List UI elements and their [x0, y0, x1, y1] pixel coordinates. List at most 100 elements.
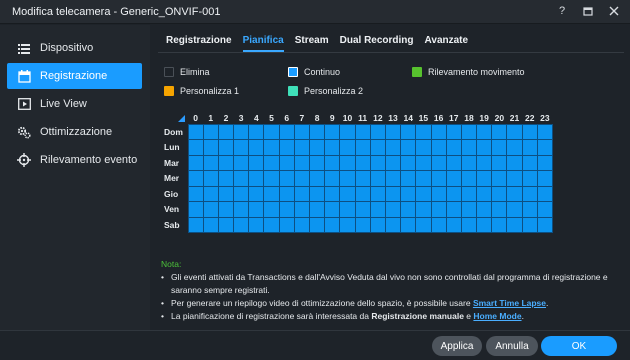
- apply-button[interactable]: Applica: [432, 336, 482, 356]
- schedule-cell[interactable]: [460, 185, 478, 202]
- schedule-cell[interactable]: [248, 201, 265, 218]
- home-mode-link[interactable]: Home Mode: [473, 311, 521, 321]
- schedule-cell[interactable]: [248, 185, 265, 202]
- hour-label[interactable]: 8: [310, 112, 325, 124]
- schedule-cell[interactable]: [248, 170, 265, 187]
- day-label[interactable]: Lun: [161, 140, 188, 156]
- schedule-cell[interactable]: [248, 216, 265, 233]
- schedule-cell[interactable]: [536, 201, 554, 218]
- hour-label[interactable]: 16: [431, 112, 446, 124]
- schedule-cell[interactable]: [476, 185, 493, 202]
- hour-label[interactable]: 15: [416, 112, 431, 124]
- schedule-cell[interactable]: [536, 139, 554, 156]
- schedule-cell[interactable]: [400, 139, 417, 156]
- schedule-cell[interactable]: [430, 185, 447, 202]
- day-label[interactable]: Mer: [161, 171, 188, 187]
- tab-dual-recording[interactable]: Dual Recording: [340, 33, 414, 52]
- schedule-cell[interactable]: [233, 216, 250, 233]
- schedule-cell[interactable]: [445, 154, 462, 171]
- schedule-cell[interactable]: [415, 123, 432, 140]
- schedule-cell[interactable]: [445, 123, 462, 140]
- schedule-cell[interactable]: [415, 185, 432, 202]
- schedule-cell[interactable]: [263, 185, 280, 202]
- schedule-cell[interactable]: [384, 216, 402, 233]
- schedule-cell[interactable]: [369, 170, 386, 187]
- sidebar-item-ottimizzazione[interactable]: Ottimizzazione: [7, 119, 142, 145]
- schedule-cell[interactable]: [263, 123, 280, 140]
- sidebar-item-live-view[interactable]: Live View: [7, 91, 142, 117]
- schedule-cell[interactable]: [354, 154, 371, 171]
- schedule-cell[interactable]: [384, 170, 402, 187]
- schedule-cell[interactable]: [202, 154, 219, 171]
- schedule-cell[interactable]: [369, 201, 386, 218]
- schedule-cell[interactable]: [445, 201, 462, 218]
- schedule-cell[interactable]: [521, 154, 538, 171]
- schedule-cell[interactable]: [187, 139, 204, 156]
- schedule-cell[interactable]: [233, 185, 250, 202]
- schedule-cell[interactable]: [202, 185, 219, 202]
- schedule-cell[interactable]: [384, 139, 402, 156]
- schedule-cell[interactable]: [400, 185, 417, 202]
- schedule-cell[interactable]: [308, 216, 326, 233]
- close-icon[interactable]: [608, 4, 620, 18]
- schedule-cell[interactable]: [476, 154, 493, 171]
- schedule-cell[interactable]: [506, 123, 523, 140]
- hour-label[interactable]: 13: [385, 112, 400, 124]
- schedule-cell[interactable]: [324, 201, 341, 218]
- schedule-cell[interactable]: [293, 185, 311, 202]
- schedule-cell[interactable]: [369, 154, 386, 171]
- schedule-cell[interactable]: [491, 123, 508, 140]
- schedule-cell[interactable]: [187, 123, 204, 140]
- schedule-cell[interactable]: [506, 139, 523, 156]
- schedule-cell[interactable]: [217, 170, 235, 187]
- schedule-cell[interactable]: [202, 123, 219, 140]
- schedule-cell[interactable]: [308, 201, 326, 218]
- schedule-cell[interactable]: [521, 216, 538, 233]
- schedule-cell[interactable]: [339, 185, 356, 202]
- schedule-cell[interactable]: [308, 139, 326, 156]
- schedule-cell[interactable]: [354, 123, 371, 140]
- schedule-cell[interactable]: [324, 154, 341, 171]
- legend-continuo[interactable]: Continuo: [288, 67, 340, 77]
- schedule-cell[interactable]: [293, 154, 311, 171]
- tab-registrazione[interactable]: Registrazione: [166, 33, 232, 52]
- schedule-cell[interactable]: [263, 154, 280, 171]
- schedule-cell[interactable]: [476, 201, 493, 218]
- help-icon[interactable]: ?: [556, 4, 568, 18]
- schedule-cell[interactable]: [430, 201, 447, 218]
- schedule-cell[interactable]: [339, 139, 356, 156]
- schedule-cell[interactable]: [476, 216, 493, 233]
- schedule-cell[interactable]: [263, 139, 280, 156]
- schedule-cell[interactable]: [339, 216, 356, 233]
- hour-label[interactable]: 2: [218, 112, 233, 124]
- schedule-cell[interactable]: [339, 170, 356, 187]
- schedule-cell[interactable]: [339, 123, 356, 140]
- schedule-cell[interactable]: [430, 123, 447, 140]
- hour-label[interactable]: 9: [325, 112, 340, 124]
- hour-label[interactable]: 18: [461, 112, 476, 124]
- hour-label[interactable]: 7: [294, 112, 309, 124]
- schedule-cell[interactable]: [324, 216, 341, 233]
- schedule-cell[interactable]: [217, 201, 235, 218]
- schedule-cell[interactable]: [460, 123, 478, 140]
- sidebar-item-registrazione[interactable]: Registrazione: [7, 63, 142, 89]
- schedule-cell[interactable]: [233, 123, 250, 140]
- schedule-cell[interactable]: [506, 154, 523, 171]
- hour-label[interactable]: 11: [355, 112, 370, 124]
- schedule-cell[interactable]: [293, 170, 311, 187]
- legend-elimina[interactable]: Elimina: [164, 67, 210, 77]
- schedule-cell[interactable]: [491, 185, 508, 202]
- schedule-cell[interactable]: [445, 139, 462, 156]
- schedule-cell[interactable]: [354, 201, 371, 218]
- schedule-cell[interactable]: [187, 216, 204, 233]
- schedule-cell[interactable]: [445, 170, 462, 187]
- schedule-cell[interactable]: [263, 216, 280, 233]
- legend-rilevamento-movimento[interactable]: Rilevamento movimento: [412, 67, 525, 77]
- schedule-cell[interactable]: [460, 154, 478, 171]
- schedule-cell[interactable]: [202, 139, 219, 156]
- day-label[interactable]: Gio: [161, 186, 188, 202]
- legend-personalizza-2[interactable]: Personalizza 2: [288, 86, 363, 96]
- schedule-cell[interactable]: [354, 170, 371, 187]
- day-label[interactable]: Ven: [161, 202, 188, 218]
- schedule-cell[interactable]: [217, 185, 235, 202]
